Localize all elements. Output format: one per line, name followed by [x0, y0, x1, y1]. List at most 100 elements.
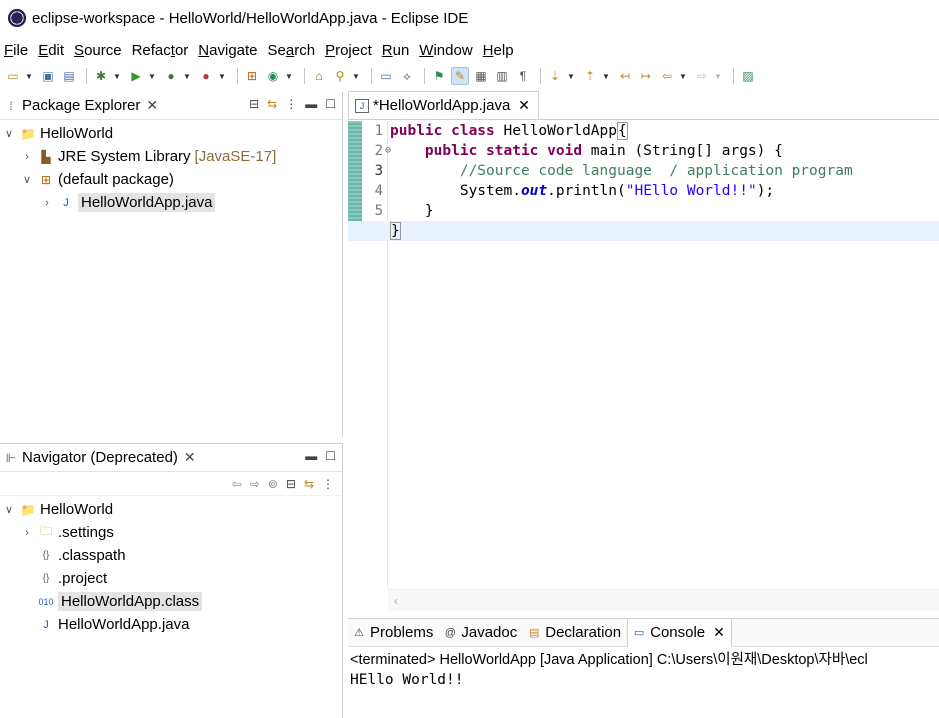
navigator-icon: ⊩ [5, 450, 17, 465]
tab-helloworldapp-java[interactable]: J *HelloWorldApp.java ✕ [348, 91, 540, 119]
forward-icon[interactable]: ⇨ [693, 67, 711, 85]
new-icon[interactable]: ▭ [4, 67, 22, 85]
console-output[interactable]: HEllo World!! [348, 669, 939, 691]
new-java-package-icon[interactable]: ⊞ [243, 67, 261, 85]
new-class-dropdown-icon[interactable]: ▼ [285, 67, 293, 85]
menu-search[interactable]: Search [268, 42, 322, 59]
next-annotation-icon[interactable]: ⇣ [546, 67, 564, 85]
previous-annotation-dropdown-icon[interactable]: ▼ [602, 67, 610, 85]
tab-declaration[interactable]: ▤ Declaration [523, 619, 627, 647]
close-icon[interactable]: ✕ [713, 624, 725, 641]
open-type-icon[interactable]: ⌂ [310, 67, 328, 85]
tree-item-helloworldapp-java[interactable]: › J HelloWorldApp.java [0, 191, 342, 214]
new-dropdown-icon[interactable]: ▼ [25, 67, 33, 85]
library-icon: ▙ [41, 149, 51, 164]
run-icon[interactable]: ▶ [127, 67, 145, 85]
package-explorer-tools: ⊟ ⇆ ⋮ ▬ ☐ [249, 97, 336, 111]
maximize-icon[interactable]: ☐ [325, 97, 336, 111]
main-toolbar: ▭ ▼ ▣ ▤ ✱ ▼ ▶ ▼ ● ▼ ● ▼ ⊞ ◉ ▼ ⌂ ⚲ ▼ ▭ ⟡ ⚑ ✎ ▦ ▥… [0, 64, 939, 88]
view-menu-icon[interactable]: ⋮ [285, 97, 297, 111]
folder-icon: 🗀 [39, 524, 52, 538]
menu-edit[interactable]: Edit [38, 42, 70, 59]
collapse-all-icon[interactable]: ⊟ [249, 97, 259, 111]
close-icon[interactable]: ✕ [518, 97, 530, 114]
tree-item-helloworldapp-java[interactable]: J HelloWorldApp.java [0, 613, 342, 636]
next-annotation-dropdown-icon[interactable]: ▼ [567, 67, 575, 85]
chevron-right-icon[interactable]: › [20, 527, 34, 539]
chevron-right-icon[interactable]: › [40, 197, 54, 209]
forward-history-icon[interactable]: ↦ [637, 67, 655, 85]
menu-source[interactable]: Source [74, 42, 128, 59]
tree-item-helloworld-project[interactable]: ∨ 📁 HelloWorld [0, 122, 342, 145]
close-icon[interactable]: ✕ [146, 97, 158, 114]
back-icon[interactable]: ⇦ [658, 67, 676, 85]
tree-item-default-package[interactable]: ∨ ⊞ (default package) [0, 168, 342, 191]
chevron-down-icon[interactable]: ∨ [2, 127, 16, 140]
up-icon[interactable]: ⊚ [268, 477, 278, 491]
problems-icon: ⚠ [354, 627, 364, 639]
toggle-block-selection-icon[interactable]: ▦ [472, 67, 490, 85]
pin-editor-icon[interactable]: ▨ [739, 67, 757, 85]
run-dropdown-icon[interactable]: ▼ [148, 67, 156, 85]
coverage-icon[interactable]: ● [162, 67, 180, 85]
class-file-icon: 010 [38, 596, 54, 607]
debug-dropdown-icon[interactable]: ▼ [113, 67, 121, 85]
tab-navigator[interactable]: ⊩ Navigator (Deprecated) ✕ [0, 444, 202, 472]
previous-annotation-icon[interactable]: ⇡ [581, 67, 599, 85]
last-edit-location-icon[interactable]: ↤ [616, 67, 634, 85]
forward-dropdown-icon[interactable]: ▼ [714, 67, 722, 85]
search-icon[interactable]: ⚲ [331, 67, 349, 85]
menu-navigate[interactable]: Navigate [198, 42, 263, 59]
minimize-icon[interactable]: ▬ [305, 449, 317, 463]
scroll-left-icon[interactable]: ‹ [394, 594, 398, 608]
menu-refactor[interactable]: Refactor [132, 42, 195, 59]
toggle-ant-icon[interactable]: ⚑ [430, 67, 448, 85]
close-icon[interactable]: ✕ [184, 449, 196, 466]
menu-run[interactable]: Run [382, 42, 416, 59]
tree-item-project-file[interactable]: {} .project [0, 567, 342, 590]
tree-item-helloworldapp-class[interactable]: 010 HelloWorldApp.class [0, 590, 342, 613]
tree-item-settings[interactable]: › 🗀 .settings [0, 521, 342, 544]
tree-item-classpath[interactable]: {} .classpath [0, 544, 342, 567]
save-all-icon[interactable]: ▤ [60, 67, 78, 85]
search-dropdown-icon[interactable]: ▼ [352, 67, 360, 85]
link-with-editor-icon[interactable]: ⇆ [304, 477, 314, 491]
show-source-icon[interactable]: ▥ [493, 67, 511, 85]
mark-occurrences-icon[interactable]: ✎ [451, 67, 469, 85]
show-whitespace-icon[interactable]: ¶ [514, 67, 532, 85]
coverage-dropdown-icon[interactable]: ▼ [183, 67, 191, 85]
maximize-icon[interactable]: ☐ [325, 449, 336, 463]
menu-help[interactable]: Help [483, 42, 520, 59]
debug-icon[interactable]: ✱ [92, 67, 110, 85]
new-java-class-icon[interactable]: ◉ [264, 67, 282, 85]
tab-console[interactable]: ▭ Console ✕ [627, 618, 732, 647]
tree-item-helloworld-project[interactable]: ∨ 📁 HelloWorld [0, 498, 342, 521]
chevron-down-icon[interactable]: ∨ [20, 173, 34, 186]
tree-item-jre-library[interactable]: › ▙ JRE System Library [JavaSE-17] [0, 145, 342, 168]
toolbar-separator [371, 68, 372, 84]
code-editor[interactable]: 1 2⊖ 3 4 5 6 public class HelloWorldApp{… [348, 121, 939, 589]
chevron-down-icon[interactable]: ∨ [2, 503, 16, 516]
tab-javadoc[interactable]: @ Javadoc [439, 619, 523, 647]
tab-package-explorer[interactable]: ⁞ Package Explorer ✕ [0, 92, 164, 120]
line-number: 5 [374, 203, 383, 219]
back-icon[interactable]: ⇦ [232, 477, 242, 491]
view-menu-icon[interactable]: ⋮ [322, 477, 334, 491]
navigator-toolbar: ⇦ ⇨ ⊚ ⊟ ⇆ ⋮ [0, 472, 342, 496]
tab-problems[interactable]: ⚠ Problems [348, 619, 439, 647]
save-icon[interactable]: ▣ [39, 67, 57, 85]
link-with-editor-icon[interactable]: ⇆ [267, 97, 277, 111]
link-editor-icon[interactable]: ⟡ [398, 67, 416, 85]
back-dropdown-icon[interactable]: ▼ [679, 67, 687, 85]
open-console-icon[interactable]: ▭ [377, 67, 395, 85]
collapse-all-icon[interactable]: ⊟ [286, 477, 296, 491]
chevron-right-icon[interactable]: › [20, 151, 34, 163]
horizontal-scrollbar[interactable]: ‹ [388, 589, 939, 611]
forward-icon[interactable]: ⇨ [250, 477, 260, 491]
menu-window[interactable]: Window [419, 42, 478, 59]
external-tools-icon[interactable]: ● [197, 67, 215, 85]
menu-file[interactable]: File [4, 42, 34, 59]
minimize-icon[interactable]: ▬ [305, 97, 317, 111]
external-tools-dropdown-icon[interactable]: ▼ [218, 67, 226, 85]
menu-project[interactable]: Project [325, 42, 378, 59]
